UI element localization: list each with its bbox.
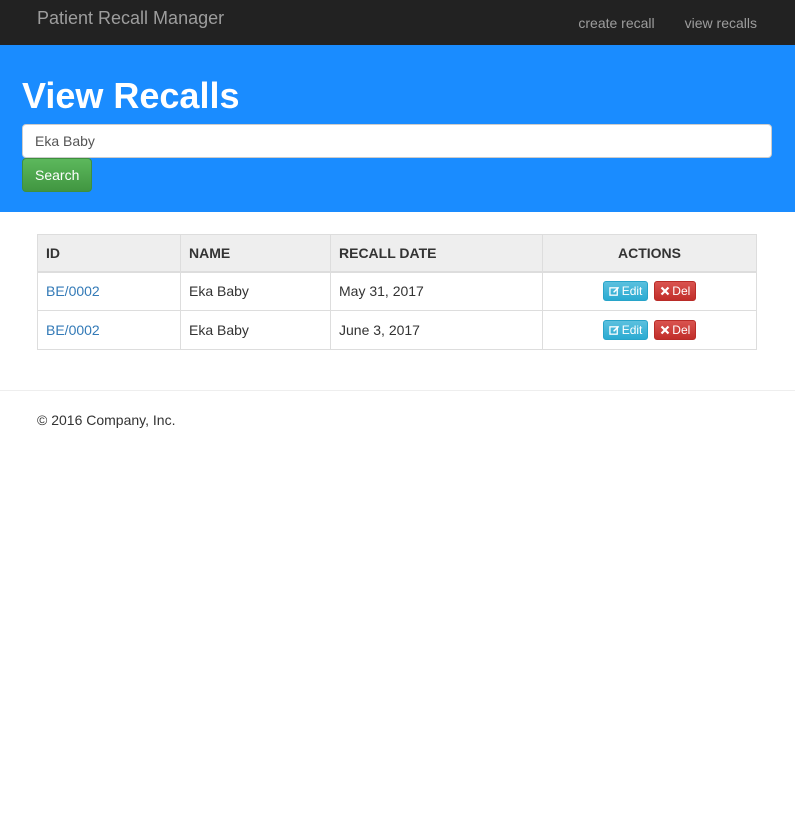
brand-link[interactable]: Patient Recall Manager (37, 8, 224, 29)
page-title: View Recalls (22, 75, 240, 116)
recalls-table: ID NAME RECALL DATE ACTIONS BE/0002 Eka … (37, 234, 757, 350)
table-row: BE/0002 Eka Baby June 3, 2017 Edit Del (37, 310, 757, 350)
cell-actions: Edit Del (542, 271, 757, 311)
header-recall-date: RECALL DATE (330, 234, 543, 273)
cell-name: Eka Baby (180, 271, 331, 311)
search-input[interactable] (22, 124, 772, 158)
recalls-table-wrap: ID NAME RECALL DATE ACTIONS BE/0002 Eka … (37, 234, 757, 350)
table-header-row: ID NAME RECALL DATE ACTIONS (37, 234, 757, 273)
recall-id-link[interactable]: BE/0002 (46, 322, 100, 338)
cell-date: May 31, 2017 (330, 271, 543, 311)
cell-actions: Edit Del (542, 310, 757, 350)
navbar: Patient Recall Manager create recall vie… (0, 0, 795, 45)
recall-id-link[interactable]: BE/0002 (46, 283, 100, 299)
jumbotron: View Recalls Search (0, 45, 795, 212)
edit-button[interactable]: Edit (602, 281, 649, 302)
delete-label: Del (672, 323, 691, 337)
cell-date: June 3, 2017 (330, 310, 543, 350)
times-icon (661, 286, 670, 296)
footer-divider (0, 390, 795, 391)
edit-icon (608, 325, 619, 335)
table-row: BE/0002 Eka Baby May 31, 2017 Edit Del (37, 271, 757, 311)
times-icon (661, 325, 670, 335)
cell-name: Eka Baby (180, 310, 331, 350)
footer-copyright: © 2016 Company, Inc. (37, 412, 176, 428)
edit-button[interactable]: Edit (602, 320, 649, 340)
edit-label: Edit (621, 284, 643, 299)
header-name: NAME (180, 234, 331, 273)
header-actions: ACTIONS (542, 234, 757, 273)
search-button[interactable]: Search (22, 158, 93, 192)
delete-label: Del (672, 284, 691, 299)
nav-view-recalls[interactable]: view recalls (685, 15, 757, 31)
edit-label: Edit (621, 323, 643, 337)
delete-button[interactable]: Del (654, 320, 697, 340)
nav-links: create recall view recalls (548, 0, 757, 45)
delete-button[interactable]: Del (654, 281, 697, 302)
header-id: ID (37, 234, 181, 273)
edit-icon (608, 286, 619, 296)
cell-id: BE/0002 (37, 310, 181, 350)
cell-id: BE/0002 (37, 271, 181, 311)
nav-create-recall[interactable]: create recall (578, 15, 654, 31)
